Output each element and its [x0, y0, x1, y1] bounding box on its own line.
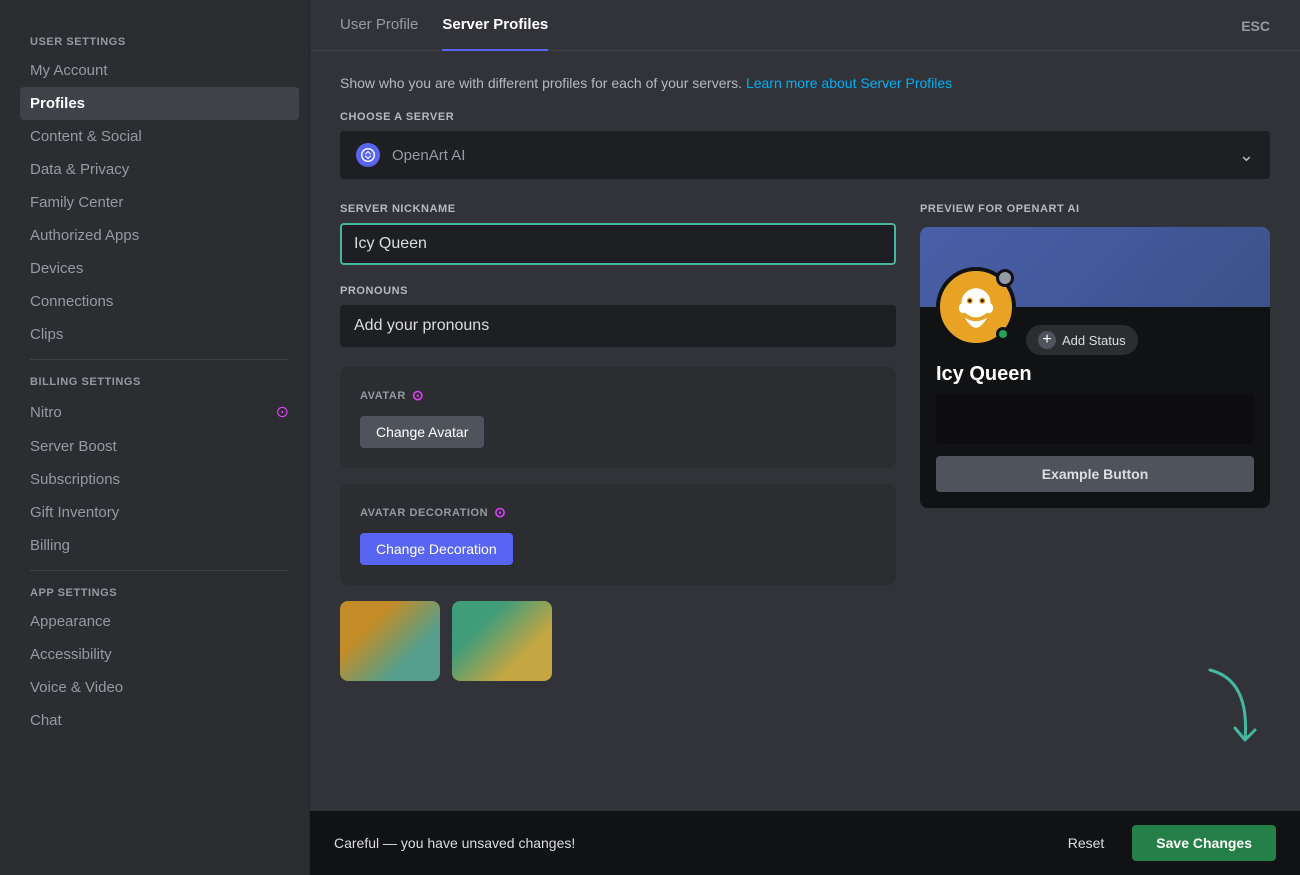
sidebar-item-label: Subscriptions	[30, 471, 120, 488]
sidebar-item-label: Authorized Apps	[30, 227, 139, 244]
save-changes-button[interactable]: Save Changes	[1132, 825, 1276, 861]
sidebar-item-label: Clips	[30, 326, 63, 343]
sidebar-item-label: Gift Inventory	[30, 504, 119, 521]
card-2	[452, 601, 552, 681]
toast-bar: Careful — you have unsaved changes! Rese…	[310, 811, 1300, 875]
learn-more-link[interactable]: Learn more about Server Profiles	[746, 75, 952, 91]
left-column: SERVER NICKNAME PRONOUNS AVATAR ⊙	[340, 203, 896, 681]
toast-message: Careful — you have unsaved changes!	[334, 835, 1040, 851]
preview-body: + Add Status Icy Queen Example Button	[920, 307, 1270, 508]
sidebar-item-devices[interactable]: Devices	[20, 252, 299, 285]
tabs-bar: User Profile Server Profiles ESC	[310, 0, 1300, 51]
avatar-section: AVATAR ⊙ Change Avatar	[340, 367, 896, 468]
sidebar-item-nitro[interactable]: Nitro ⊙	[20, 394, 299, 430]
sidebar-item-label: Appearance	[30, 613, 111, 630]
sidebar-item-label: Billing	[30, 537, 70, 554]
preview-card: + Add Status Icy Queen Example Button	[920, 227, 1270, 508]
plus-icon: +	[1038, 331, 1056, 349]
sidebar-item-accessibility[interactable]: Accessibility	[20, 638, 299, 671]
avatar-decoration-nitro-badge: ⊙	[494, 504, 506, 521]
sidebar-item-label: Connections	[30, 293, 113, 310]
sidebar-item-family-center[interactable]: Family Center	[20, 186, 299, 219]
server-nickname-input[interactable]	[340, 223, 896, 265]
divider-billing	[30, 359, 289, 360]
avatar-nitro-badge: ⊙	[412, 387, 424, 404]
tab-server-profiles[interactable]: Server Profiles	[442, 0, 548, 51]
sidebar-item-gift-inventory[interactable]: Gift Inventory	[20, 496, 299, 529]
sidebar-item-subscriptions[interactable]: Subscriptions	[20, 463, 299, 496]
sidebar-item-connections[interactable]: Connections	[20, 285, 299, 318]
esc-label[interactable]: ESC	[1241, 2, 1270, 50]
sidebar-item-label: Content & Social	[30, 128, 142, 145]
preview-nickname: Icy Queen	[936, 363, 1254, 386]
pronouns-input[interactable]	[340, 305, 896, 347]
chevron-down-icon: ⌄	[1239, 145, 1254, 166]
sidebar-item-chat[interactable]: Chat	[20, 704, 299, 737]
nitro-icon: ⊙	[276, 402, 289, 422]
sidebar-item-clips[interactable]: Clips	[20, 318, 299, 351]
right-column: PREVIEW FOR OPENART AI	[920, 203, 1270, 508]
content-area: Show who you are with different profiles…	[310, 51, 1300, 875]
sidebar-item-label: Devices	[30, 260, 83, 277]
sidebar-item-content-social[interactable]: Content & Social	[20, 120, 299, 153]
change-avatar-button[interactable]: Change Avatar	[360, 416, 484, 448]
server-select-dropdown[interactable]: OpenArt AI ⌄	[340, 131, 1270, 179]
example-button[interactable]: Example Button	[936, 456, 1254, 492]
sidebar-item-data-privacy[interactable]: Data & Privacy	[20, 153, 299, 186]
divider-app	[30, 570, 289, 571]
sidebar-item-label: Profiles	[30, 95, 85, 112]
sidebar-item-label: Nitro	[30, 404, 62, 421]
choose-server-label: CHOOSE A SERVER	[340, 111, 1270, 123]
avatar-section-label: AVATAR ⊙	[360, 387, 876, 404]
user-settings-label: USER SETTINGS	[30, 36, 289, 48]
decoration-indicator	[996, 269, 1014, 287]
bottom-cards	[340, 601, 896, 681]
billing-settings-label: BILLING SETTINGS	[30, 376, 289, 388]
pronouns-field: PRONOUNS	[340, 285, 896, 347]
server-select-name: OpenArt AI	[392, 147, 1239, 164]
online-indicator	[996, 327, 1010, 341]
card-1	[340, 601, 440, 681]
avatar-decoration-section: AVATAR DECORATION ⊙ Change Decoration	[340, 484, 896, 585]
sidebar-item-label: Chat	[30, 712, 62, 729]
tab-user-profile[interactable]: User Profile	[340, 0, 418, 51]
server-nickname-label: SERVER NICKNAME	[340, 203, 896, 215]
sidebar: USER SETTINGS My Account Profiles Conten…	[0, 0, 310, 875]
sidebar-item-server-boost[interactable]: Server Boost	[20, 430, 299, 463]
sidebar-item-my-account[interactable]: My Account	[20, 54, 299, 87]
two-col-layout: SERVER NICKNAME PRONOUNS AVATAR ⊙	[340, 203, 1270, 681]
server-icon	[356, 143, 380, 167]
preview-dark-box	[936, 394, 1254, 444]
sidebar-item-profiles[interactable]: Profiles	[20, 87, 299, 120]
sidebar-item-authorized-apps[interactable]: Authorized Apps	[20, 219, 299, 252]
sidebar-item-label: My Account	[30, 62, 108, 79]
pronouns-label: PRONOUNS	[340, 285, 896, 297]
app-settings-label: APP SETTINGS	[30, 587, 289, 599]
reset-button[interactable]: Reset	[1056, 827, 1117, 859]
sidebar-item-label: Accessibility	[30, 646, 112, 663]
main-content: User Profile Server Profiles ESC Show wh…	[310, 0, 1300, 875]
sidebar-item-label: Data & Privacy	[30, 161, 129, 178]
add-status-label: Add Status	[1062, 333, 1126, 348]
preview-avatar-wrap	[936, 267, 1016, 347]
sidebar-item-voice-video[interactable]: Voice & Video	[20, 671, 299, 704]
sidebar-item-billing[interactable]: Billing	[20, 529, 299, 562]
add-status-button[interactable]: + Add Status	[1026, 325, 1138, 355]
sidebar-item-label: Family Center	[30, 194, 123, 211]
avatar-decoration-section-label: AVATAR DECORATION ⊙	[360, 504, 876, 521]
change-decoration-button[interactable]: Change Decoration	[360, 533, 513, 565]
preview-label: PREVIEW FOR OPENART AI	[920, 203, 1270, 215]
sidebar-item-label: Voice & Video	[30, 679, 123, 696]
sidebar-item-appearance[interactable]: Appearance	[20, 605, 299, 638]
description-text: Show who you are with different profiles…	[340, 75, 1270, 91]
server-nickname-field: SERVER NICKNAME	[340, 203, 896, 265]
sidebar-item-label: Server Boost	[30, 438, 117, 455]
